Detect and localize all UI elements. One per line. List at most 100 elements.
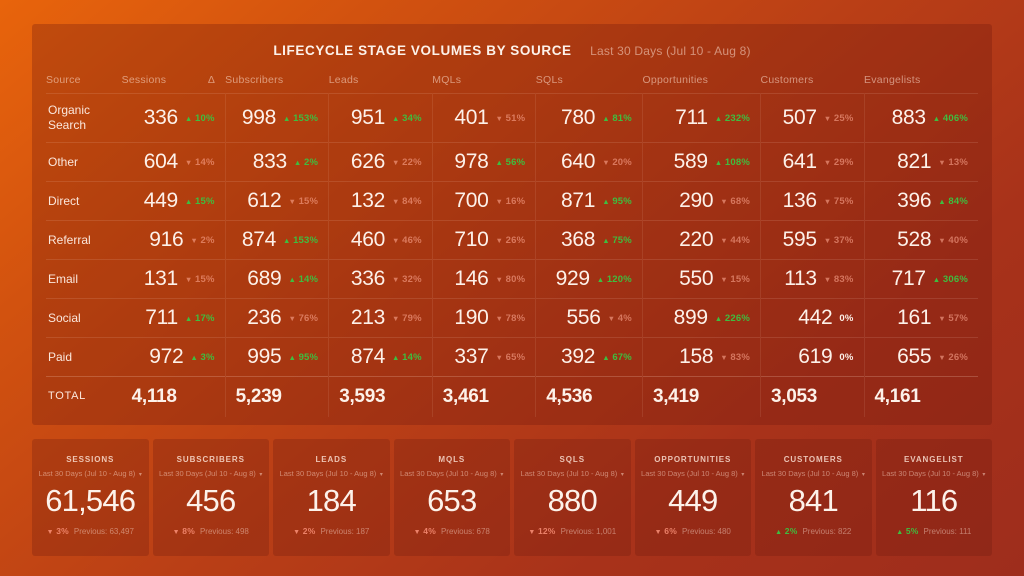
metric-cell[interactable]: 158 ▼ 83% bbox=[641, 337, 761, 377]
metric-delta: ▼ 14% bbox=[184, 156, 215, 168]
table-row[interactable]: Paid 972 ▲ 3% 995 ▲ 95% 874 ▲ 14% 337 ▼ 65% 392 ▲ 67% 15… bbox=[46, 337, 978, 377]
column-header-leads[interactable]: Leads bbox=[329, 74, 433, 94]
table-row[interactable]: Direct 449 ▲ 15% 612 ▼ 15% 132 ▼ 84% 700 ▼ 16% 871 ▲ 95… bbox=[46, 181, 978, 221]
metric-cell[interactable]: 874 ▲ 14% bbox=[328, 337, 433, 377]
metric-cell[interactable]: 711 ▲ 232% bbox=[641, 93, 761, 143]
metric-cell[interactable]: 550 ▼ 15% bbox=[641, 259, 761, 299]
kpi-date-range-selector[interactable]: Last 30 Days (Jul 10 - Aug 8) ▾ bbox=[39, 469, 142, 478]
metric-cell[interactable]: 336 ▲ 10% bbox=[122, 94, 226, 143]
metric-cell[interactable]: 655 ▼ 26% bbox=[863, 337, 978, 377]
kpi-card[interactable]: OPPORTUNITIES Last 30 Days (Jul 10 - Aug … bbox=[634, 439, 751, 556]
kpi-card[interactable]: SUBSCRIBERS Last 30 Days (Jul 10 - Aug 8)… bbox=[152, 439, 269, 556]
metric-cell[interactable]: 556 ▼ 4% bbox=[535, 298, 643, 338]
metric-cell[interactable]: 220 ▼ 44% bbox=[641, 220, 761, 260]
column-header-mqls[interactable]: MQLs bbox=[432, 74, 536, 94]
metric-cell[interactable]: 998 ▲ 153% bbox=[224, 93, 329, 143]
metric-cell[interactable]: 612 ▼ 15% bbox=[224, 181, 329, 221]
metric-value: 978 bbox=[454, 150, 489, 173]
column-header-sqls[interactable]: SQLs bbox=[536, 74, 643, 94]
metric-cell[interactable]: 401 ▼ 51% bbox=[431, 93, 536, 143]
metric-cell[interactable]: 995 ▲ 95% bbox=[224, 337, 329, 377]
metric-delta: ▼ 79% bbox=[391, 312, 422, 324]
metric-delta: ▼ 46% bbox=[391, 234, 422, 246]
column-header-subscribers[interactable]: Subscribers bbox=[225, 74, 329, 94]
metric-cell[interactable]: 507 ▼ 25% bbox=[759, 93, 865, 143]
metric-cell[interactable]: 833 ▲ 2% bbox=[224, 142, 329, 182]
metric-cell[interactable]: 972 ▲ 3% bbox=[122, 338, 226, 377]
metric-cell[interactable]: 449 ▲ 15% bbox=[122, 182, 226, 221]
table-row[interactable]: Social 711 ▲ 17% 236 ▼ 76% 213 ▼ 79% 190 ▼ 78% 556 ▼ 4%… bbox=[46, 298, 978, 338]
arrow-down-icon: ▼ bbox=[184, 157, 193, 167]
metric-cell[interactable]: 640 ▼ 20% bbox=[535, 142, 643, 182]
metric-cell[interactable]: 113 ▼ 83% bbox=[759, 259, 865, 299]
metric-cell[interactable]: 619 0% bbox=[759, 337, 865, 377]
metric-cell[interactable]: 821 ▼ 13% bbox=[863, 142, 978, 182]
metric-cell[interactable]: 392 ▲ 67% bbox=[535, 337, 643, 377]
kpi-card[interactable]: SQLS Last 30 Days (Jul 10 - Aug 8) ▾ 880 ▼ … bbox=[514, 439, 631, 556]
metric-cell[interactable]: 710 ▼ 26% bbox=[431, 220, 536, 260]
column-header-customers[interactable]: Customers bbox=[760, 74, 864, 94]
column-header-source[interactable]: Source bbox=[46, 74, 122, 94]
metric-cell[interactable]: 916 ▼ 2% bbox=[122, 221, 226, 260]
metric-cell[interactable]: 874 ▲ 153% bbox=[224, 220, 329, 260]
metric-cell[interactable]: 337 ▼ 65% bbox=[431, 337, 536, 377]
metric-cell[interactable]: 132 ▼ 84% bbox=[328, 181, 433, 221]
arrow-down-icon: ▼ bbox=[720, 235, 728, 245]
kpi-card[interactable]: MQLS Last 30 Days (Jul 10 - Aug 8) ▾ 653 ▼ … bbox=[393, 439, 510, 556]
column-header-sessions[interactable]: Sessions Δ bbox=[122, 74, 226, 94]
metric-cell[interactable]: 290 ▼ 68% bbox=[641, 181, 761, 221]
metric-cell[interactable]: 883 ▲ 406% bbox=[863, 93, 978, 143]
metric-cell[interactable]: 396 ▲ 84% bbox=[863, 181, 978, 221]
arrow-down-icon: ▼ bbox=[823, 235, 832, 245]
table-row[interactable]: Email 131 ▼ 15% 689 ▲ 14% 336 ▼ 32% 146 ▼ 80% 929 ▲ 120… bbox=[46, 259, 978, 299]
table-row[interactable]: Organic Search 336 ▲ 10% 998 ▲ 153% 951 ▲ 34% 401 ▼… bbox=[46, 93, 978, 143]
metric-cell[interactable]: 213 ▼ 79% bbox=[328, 298, 433, 338]
metric-cell[interactable]: 978 ▲ 56% bbox=[431, 142, 536, 182]
kpi-date-range-selector[interactable]: Last 30 Days (Jul 10 - Aug 8) ▾ bbox=[280, 469, 383, 478]
metric-cell[interactable]: 929 ▲ 120% bbox=[535, 259, 643, 299]
metric-cell[interactable]: 641 ▼ 29% bbox=[759, 142, 865, 182]
metric-cell[interactable]: 689 ▲ 14% bbox=[224, 259, 329, 299]
kpi-card[interactable]: EVANGELIST Last 30 Days (Jul 10 - Aug 8) … bbox=[875, 439, 992, 556]
metric-cell[interactable]: 589 ▲ 108% bbox=[641, 142, 761, 182]
metric-cell[interactable]: 368 ▲ 75% bbox=[535, 220, 643, 260]
kpi-date-range-selector[interactable]: Last 30 Days (Jul 10 - Aug 8) ▾ bbox=[882, 469, 985, 478]
metric-cell[interactable]: 711 ▲ 17% bbox=[122, 299, 226, 338]
metric-cell[interactable]: 700 ▼ 16% bbox=[431, 181, 536, 221]
metric-cell[interactable]: 146 ▼ 80% bbox=[431, 259, 536, 299]
metric-cell[interactable]: 136 ▼ 75% bbox=[759, 181, 865, 221]
metric-cell[interactable]: 336 ▼ 32% bbox=[328, 259, 433, 299]
metric-delta: ▼ 2% bbox=[190, 234, 215, 246]
kpi-date-range-selector[interactable]: Last 30 Days (Jul 10 - Aug 8) ▾ bbox=[521, 469, 624, 478]
kpi-date-range-selector[interactable]: Last 30 Days (Jul 10 - Aug 8) ▾ bbox=[762, 469, 865, 478]
kpi-date-range-selector[interactable]: Last 30 Days (Jul 10 - Aug 8) ▾ bbox=[641, 469, 744, 478]
kpi-card[interactable]: SESSIONS Last 30 Days (Jul 10 - Aug 8) ▾ 6… bbox=[32, 439, 149, 556]
kpi-date-range-selector[interactable]: Last 30 Days (Jul 10 - Aug 8) ▾ bbox=[400, 469, 503, 478]
metric-cell[interactable]: 604 ▼ 14% bbox=[122, 143, 226, 182]
metric-cell[interactable]: 190 ▼ 78% bbox=[431, 298, 536, 338]
metric-cell[interactable]: 236 ▼ 76% bbox=[224, 298, 329, 338]
kpi-label: CUSTOMERS bbox=[783, 455, 843, 465]
metric-cell[interactable]: 528 ▼ 40% bbox=[863, 220, 978, 260]
metric-cell[interactable]: 161 ▼ 57% bbox=[863, 298, 978, 338]
metric-cell[interactable]: 717 ▲ 306% bbox=[863, 259, 978, 299]
table-row[interactable]: Referral 916 ▼ 2% 874 ▲ 153% 460 ▼ 46% 710 ▼ 26% 368 ▲… bbox=[46, 220, 978, 260]
kpi-card[interactable]: LEADS Last 30 Days (Jul 10 - Aug 8) ▾ 184 ▼… bbox=[273, 439, 390, 556]
metric-cell[interactable]: 131 ▼ 15% bbox=[122, 260, 226, 299]
metric-cell[interactable]: 899 ▲ 226% bbox=[641, 298, 761, 338]
kpi-card[interactable]: CUSTOMERS Last 30 Days (Jul 10 - Aug 8) ▾… bbox=[755, 439, 872, 556]
table-row[interactable]: Other 604 ▼ 14% 833 ▲ 2% 626 ▼ 22% 978 ▲ 56% 640 ▼ 20% 5… bbox=[46, 142, 978, 182]
column-header-opportunities[interactable]: Opportunities bbox=[642, 74, 760, 94]
metric-cell[interactable]: 626 ▼ 22% bbox=[328, 142, 433, 182]
metric-cell[interactable]: 780 ▲ 81% bbox=[535, 93, 643, 143]
kpi-date-range-selector[interactable]: Last 30 Days (Jul 10 - Aug 8) ▾ bbox=[159, 469, 262, 478]
metric-cell[interactable]: 460 ▼ 46% bbox=[328, 220, 433, 260]
kpi-previous-value: Previous: 1,001 bbox=[560, 526, 617, 536]
metric-cell[interactable]: 951 ▲ 34% bbox=[328, 93, 433, 143]
metric-delta: ▲ 56% bbox=[495, 156, 526, 168]
metric-cell[interactable]: 442 0% bbox=[759, 298, 865, 338]
row-source-label: Paid bbox=[48, 349, 73, 364]
metric-cell[interactable]: 595 ▼ 37% bbox=[759, 220, 865, 260]
metric-cell[interactable]: 871 ▲ 95% bbox=[535, 181, 643, 221]
column-header-evangelists[interactable]: Evangelists bbox=[864, 74, 978, 94]
